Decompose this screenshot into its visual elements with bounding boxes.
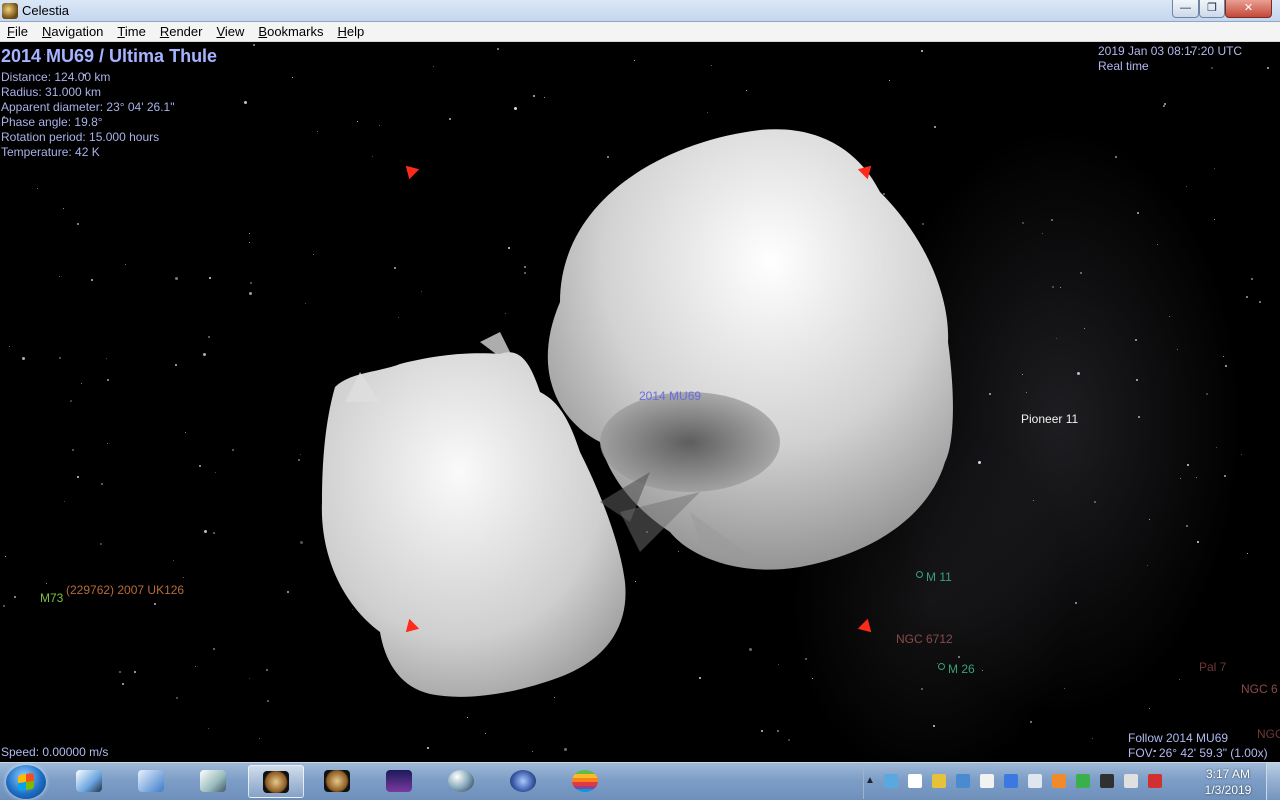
taskbar-clock[interactable]: 3:17 AM 1/3/2019 bbox=[1196, 766, 1260, 798]
info-distance: Distance: 124.00 km bbox=[1, 70, 111, 84]
tray-overflow-arrow[interactable]: ▲ bbox=[863, 763, 876, 799]
info-rotation-period: Rotation period: 15.000 hours bbox=[1, 130, 160, 144]
label-pal-7[interactable]: Pal 7 bbox=[1199, 660, 1226, 674]
taskbar-stellarium[interactable] bbox=[372, 765, 428, 798]
tray-cloud-icon[interactable] bbox=[980, 774, 994, 788]
tray-signal-icon[interactable] bbox=[1124, 774, 1138, 788]
label-ngc-partial[interactable]: NGC bbox=[1257, 727, 1280, 741]
windows-logo-icon bbox=[18, 772, 34, 792]
follow-target: Follow 2014 MU69 bbox=[1128, 731, 1229, 745]
orb-icon bbox=[448, 770, 474, 792]
info-apparent-diameter: Apparent diameter: 23° 04' 26.1" bbox=[1, 100, 175, 114]
maximize-button[interactable]: ❐ bbox=[1199, 0, 1225, 18]
menu-bar: File Navigation Time Render View Bookmar… bbox=[0, 22, 1280, 42]
label-ngc-6712[interactable]: NGC 6712 bbox=[896, 632, 953, 646]
info-temperature: Temperature: 42 K bbox=[1, 145, 100, 159]
m26-marker-icon bbox=[938, 663, 945, 670]
follow-panel: Follow 2014 MU69 FOV: 26° 42' 59.3" (1.0… bbox=[1128, 731, 1268, 761]
minimize-button[interactable]: — bbox=[1172, 0, 1199, 18]
paint-icon bbox=[76, 770, 102, 792]
tray-network-alt-icon[interactable] bbox=[956, 774, 970, 788]
info-radius: Radius: 31.000 km bbox=[1, 85, 102, 99]
label-pioneer-11[interactable]: Pioneer 11 bbox=[1021, 412, 1078, 426]
taskbar-control-panel[interactable] bbox=[124, 765, 180, 798]
label-2014-mu69[interactable]: 2014 MU69 bbox=[639, 389, 701, 403]
celestia-jupiter-icon-2 bbox=[324, 770, 350, 792]
apple-rainbow-icon bbox=[572, 770, 598, 792]
label-ngc-6-partial[interactable]: NGC 6 bbox=[1241, 682, 1278, 696]
window-title: Celestia bbox=[22, 3, 69, 18]
tray-dropbox-icon[interactable] bbox=[1004, 774, 1018, 788]
tools-icon bbox=[200, 770, 226, 792]
windows-taskbar: ▲ 3:17 AM 1/3/2019 bbox=[0, 762, 1280, 800]
fov-readout: FOV: 26° 42' 59.3" (1.00x) bbox=[1128, 746, 1268, 760]
m11-marker-icon bbox=[916, 571, 923, 578]
info-phase-angle: Phase angle: 19.8° bbox=[1, 115, 103, 129]
tray-app-dark-icon[interactable] bbox=[1100, 774, 1114, 788]
tray-onedrive-icon[interactable] bbox=[884, 774, 898, 788]
space-viewport[interactable]: 2014 MU69 / Ultima Thule Distance: 124.0… bbox=[0, 42, 1280, 762]
menu-file[interactable]: File bbox=[0, 24, 35, 39]
selected-object-title: 2014 MU69 / Ultima Thule bbox=[1, 46, 218, 66]
spiky-ball-icon bbox=[510, 770, 536, 792]
speed-readout: Speed: 0.00000 m/s bbox=[1, 745, 109, 759]
tray-flag-icon[interactable] bbox=[908, 774, 922, 788]
menu-help[interactable]: Help bbox=[330, 24, 371, 39]
taskbar-paint-app[interactable] bbox=[62, 765, 118, 798]
label-2007-uk126[interactable]: (229762) 2007 UK126 bbox=[66, 583, 184, 597]
clock-date: 1/3/2019 bbox=[1204, 783, 1252, 797]
menu-time[interactable]: Time bbox=[110, 24, 152, 39]
taskbar-tools-app[interactable] bbox=[186, 765, 242, 798]
datetime-readout: 2019 Jan 03 08:17:20 UTC bbox=[1098, 44, 1243, 58]
time-panel: 2019 Jan 03 08:17:20 UTC Real time bbox=[1098, 44, 1242, 74]
label-m11[interactable]: M 11 bbox=[926, 570, 952, 584]
menu-navigation[interactable]: Navigation bbox=[35, 24, 110, 39]
label-m73[interactable]: M73 bbox=[40, 591, 63, 605]
show-desktop-button[interactable] bbox=[1266, 763, 1280, 800]
celestia-app-icon bbox=[2, 3, 18, 19]
stellarium-icon bbox=[386, 770, 412, 792]
tray-shield-icon[interactable] bbox=[932, 774, 946, 788]
tray-volume-icon[interactable] bbox=[1028, 774, 1042, 788]
close-button[interactable]: ✕ bbox=[1225, 0, 1272, 18]
taskbar-orb-app[interactable] bbox=[434, 765, 490, 798]
celestia-jupiter-icon bbox=[263, 771, 289, 793]
tray-app-red-icon[interactable] bbox=[1148, 774, 1162, 788]
object-info-panel: Distance: 124.00 km Radius: 31.000 km Ap… bbox=[1, 70, 174, 160]
taskbar-celestia-2[interactable] bbox=[310, 765, 366, 798]
control-panel-icon bbox=[138, 770, 164, 792]
time-mode: Real time bbox=[1098, 59, 1149, 73]
tray-app-orange-icon[interactable] bbox=[1052, 774, 1066, 788]
menu-view[interactable]: View bbox=[209, 24, 251, 39]
tray-app-green-icon[interactable] bbox=[1076, 774, 1090, 788]
taskbar-virus-app[interactable] bbox=[496, 765, 552, 798]
menu-bookmarks[interactable]: Bookmarks bbox=[251, 24, 330, 39]
title-bar: Celestia — ❐ ✕ bbox=[0, 0, 1280, 22]
clock-time: 3:17 AM bbox=[1205, 767, 1251, 781]
label-m26[interactable]: M 26 bbox=[948, 662, 975, 676]
taskbar-apple-app[interactable] bbox=[558, 765, 614, 798]
start-button[interactable] bbox=[6, 765, 46, 799]
menu-render[interactable]: Render bbox=[153, 24, 210, 39]
taskbar-celestia-active[interactable] bbox=[248, 765, 304, 798]
